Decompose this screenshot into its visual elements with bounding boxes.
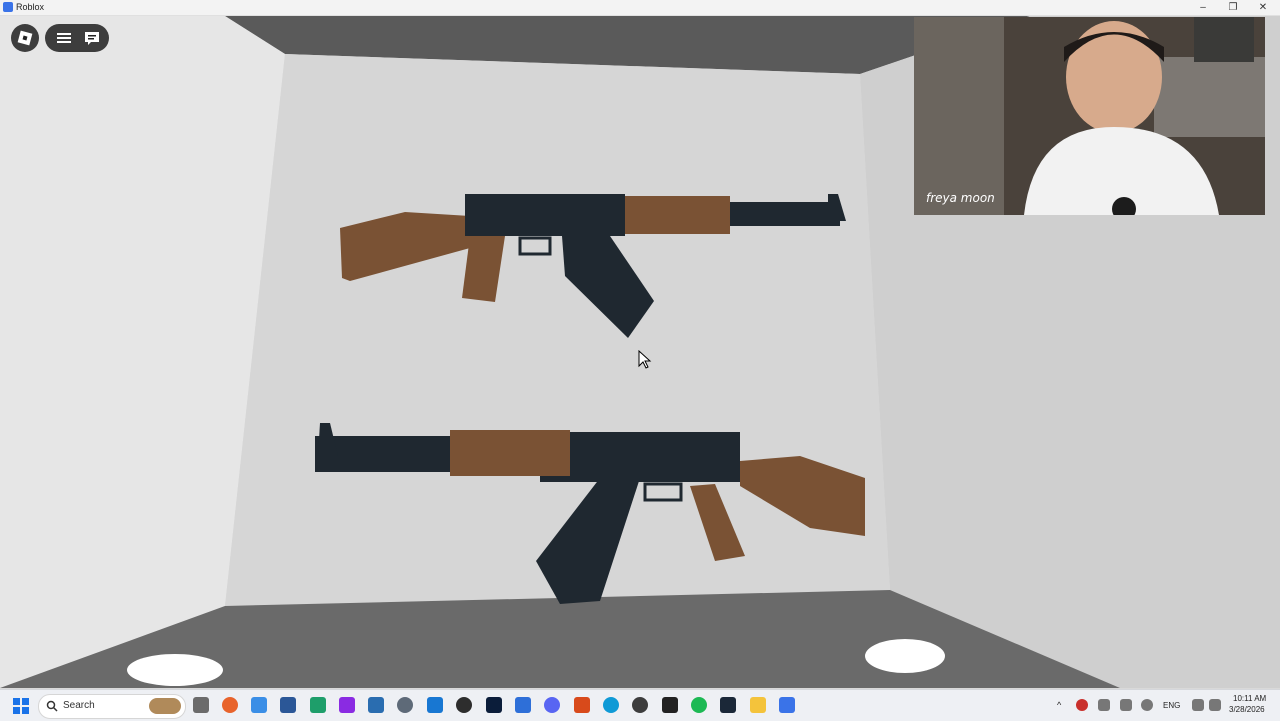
clock-time[interactable]: 10:11 AM	[1233, 694, 1266, 703]
store-icon[interactable]	[427, 697, 443, 713]
roblox-toolbar	[45, 24, 109, 52]
file-explorer-icon[interactable]	[750, 697, 766, 713]
photoshop-icon[interactable]	[486, 697, 502, 713]
firefox-icon[interactable]	[222, 697, 238, 713]
close-button[interactable]: ✕	[1248, 0, 1278, 15]
steam-icon[interactable]	[720, 697, 736, 713]
floor-light-left	[127, 654, 223, 686]
clock-date[interactable]: 3/28/2026	[1229, 705, 1265, 714]
search-icon	[46, 700, 58, 712]
windows-start-icon[interactable]	[13, 698, 29, 714]
window-title: Roblox	[16, 2, 45, 12]
obs-icon[interactable]	[456, 697, 472, 713]
microphone-icon[interactable]	[1098, 699, 1110, 711]
roblox-taskbar-icon[interactable]	[779, 697, 795, 713]
editor-icon[interactable]	[515, 697, 531, 713]
volume-icon[interactable]	[1209, 699, 1221, 711]
restore-button[interactable]: ❐	[1218, 0, 1248, 15]
app-icon[interactable]	[632, 697, 648, 713]
roblox-logo-icon	[17, 30, 33, 46]
settings-gear-icon[interactable]	[397, 697, 413, 713]
webcam-feed	[914, 17, 1265, 215]
mail-icon[interactable]	[368, 697, 384, 713]
back-wall	[225, 54, 890, 606]
discord-icon[interactable]	[544, 697, 560, 713]
media-icon[interactable]	[339, 697, 355, 713]
mouse-cursor-icon	[638, 350, 652, 369]
search-label: Search	[63, 700, 95, 711]
windows-taskbar: Search ^ ENG 10:11 AM 3/28/2026	[0, 689, 1280, 721]
floor-light-right	[865, 639, 945, 673]
audio-meter-icon[interactable]	[662, 697, 678, 713]
terminal-icon[interactable]	[280, 697, 296, 713]
webcam-overlay: freya moon	[914, 17, 1265, 215]
search-highlight-icon	[149, 698, 181, 714]
window-titlebar: Roblox – ❐ ✕	[0, 0, 1280, 16]
tray-app-icon[interactable]	[1076, 699, 1088, 711]
network-icon[interactable]	[1141, 699, 1153, 711]
spotify-icon[interactable]	[691, 697, 707, 713]
tray-chevron-icon[interactable]: ^	[1057, 700, 1061, 710]
copilot-icon[interactable]	[251, 697, 267, 713]
webcam-label: freya moon	[926, 191, 995, 205]
roblox-app-icon	[3, 2, 13, 12]
taskbar-search[interactable]: Search	[38, 694, 186, 719]
pen-icon[interactable]	[1120, 699, 1132, 711]
roblox-menu-button[interactable]	[11, 24, 39, 52]
task-view-icon[interactable]	[193, 697, 209, 713]
blender-icon[interactable]	[574, 697, 590, 713]
edge-icon[interactable]	[603, 697, 619, 713]
notepad-icon[interactable]	[310, 697, 326, 713]
language-indicator[interactable]: ENG	[1163, 701, 1180, 710]
display-icon[interactable]	[1192, 699, 1204, 711]
chat-icon[interactable]	[85, 32, 99, 45]
minimize-button[interactable]: –	[1188, 0, 1218, 15]
hamburger-menu-icon[interactable]	[57, 33, 71, 43]
